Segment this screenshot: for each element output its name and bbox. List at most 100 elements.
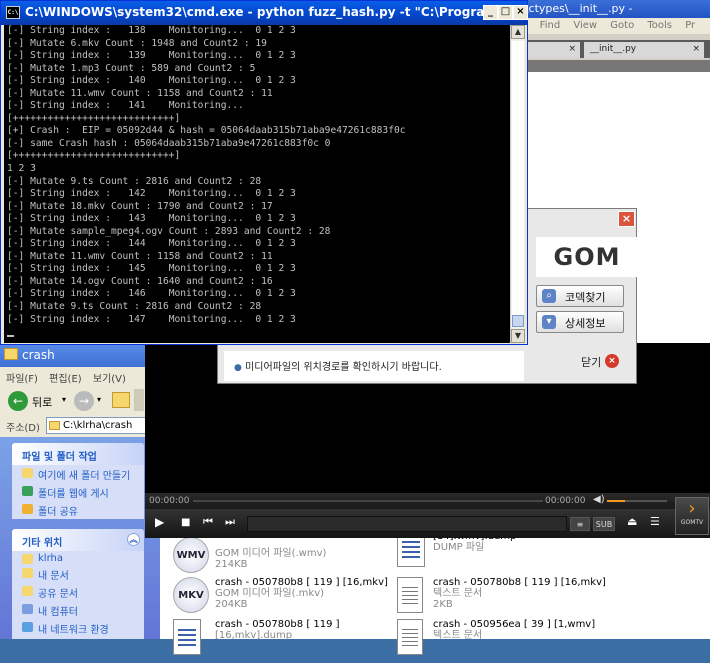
console-line: 1 2 3: [7, 163, 36, 175]
address-input[interactable]: C:\klrha\crash: [46, 417, 146, 434]
seek-bar[interactable]: [193, 500, 543, 502]
task-share-folder[interactable]: 폴더 공유: [12, 501, 144, 519]
tab-close-icon[interactable]: ×: [568, 44, 576, 54]
eject-button[interactable]: ⏏: [627, 515, 637, 528]
folder-up-icon[interactable]: [112, 392, 130, 408]
file-item[interactable]: crash - 050956ea [ 39 ] [1,wmv] 텍스트 문서: [397, 619, 627, 663]
console-line: [-] String index : 141 Monitoring...: [7, 100, 244, 112]
back-dropdown-icon[interactable]: ▾: [62, 395, 66, 404]
place-klrha[interactable]: klrha: [12, 551, 144, 565]
file-item[interactable]: crash - 050780b8 [ 119 ] [16,mkv] 텍스트 문서 2…: [397, 577, 627, 621]
menu-view[interactable]: 보기(V): [93, 374, 126, 385]
scroll-track[interactable]: [512, 41, 524, 321]
console-line: [-] String index : 138 Monitoring... 0 1…: [7, 25, 296, 36]
current-time: 00:00:00: [149, 496, 190, 506]
equalizer-icon[interactable]: ≡: [570, 517, 590, 531]
gomtv-logo[interactable]: › GOMTV: [675, 497, 709, 535]
back-button[interactable]: 뒤로: [32, 394, 52, 410]
message-text: 미디어파일의 위치경로를 확인하시기 바랍니다.: [245, 362, 442, 373]
folder-icon: [22, 554, 33, 564]
place-shared-documents[interactable]: 공유 문서: [12, 583, 144, 601]
next-button[interactable]: ⏭: [225, 515, 235, 529]
file-type: [16,mkv].dump: [215, 630, 293, 641]
file-size: 204KB: [215, 599, 248, 610]
console-line: [-] String index : 145 Monitoring... 0 1…: [7, 263, 296, 275]
menu-edit[interactable]: 편집(E): [49, 374, 82, 385]
details-button[interactable]: ▾ 상세정보: [536, 311, 624, 333]
wmv-file-icon: WMV: [173, 537, 209, 573]
console-line: [+] Crash : EIP = 05092d44 & hash = 0506…: [7, 125, 406, 137]
playlist-bar[interactable]: [247, 516, 567, 532]
close-circle-icon[interactable]: ×: [605, 354, 619, 368]
console-line: [-] String index : 140 Monitoring... 0 1…: [7, 75, 296, 87]
file-name: crash - 050780b8 [ 119 ]: [215, 619, 340, 630]
console-cursor: [7, 335, 14, 338]
cmd-title-bar[interactable]: C:\ C:\WINDOWS\system32\cmd.exe - python…: [1, 1, 527, 25]
explorer-title: crash: [0, 343, 150, 367]
console-output[interactable]: [-] String index : 138 Monitoring... 0 1…: [4, 25, 510, 343]
console-line: [-] String index : 139 Monitoring... 0 1…: [7, 50, 296, 62]
file-item[interactable]: WMV GOM 미디어 파일(.wmv) 214KB: [173, 537, 403, 581]
cmd-window: C:\ C:\WINDOWS\system32\cmd.exe - python…: [0, 0, 528, 345]
new-folder-icon: [22, 468, 33, 478]
close-button[interactable]: ×: [513, 5, 528, 20]
prev-button[interactable]: ⏮: [203, 515, 213, 529]
file-name: crash - 050956ea [ 39 ] [1,wmv]: [433, 619, 596, 630]
place-my-documents[interactable]: 내 문서: [12, 565, 144, 583]
folder-icon: [22, 586, 33, 596]
place-my-computer[interactable]: 내 컴퓨터: [12, 601, 144, 619]
explorer-title-text: crash: [22, 348, 55, 362]
file-tasks-header[interactable]: 파일 및 폴더 작업: [12, 443, 144, 465]
task-publish-web[interactable]: 폴더를 웹에 게시: [12, 483, 144, 501]
console-line: [-] Mutate 6.mkv Count : 1948 and Count2…: [7, 37, 267, 49]
gomtv-label: GOMTV: [680, 519, 704, 526]
dialog-close-button[interactable]: ×: [618, 211, 635, 227]
file-size: 214KB: [215, 559, 248, 570]
text-file-icon: [397, 619, 423, 655]
address-bar: 주소(D) C:\klrha\crash: [0, 415, 150, 437]
codec-search-button[interactable]: ⌕ 코덱찾기: [536, 285, 624, 307]
console-line: [-] Mutate 18.mkv Count : 1790 and Count…: [7, 200, 273, 212]
forward-dropdown-icon[interactable]: ▾: [97, 395, 101, 404]
file-item[interactable]: MKV crash - 050780b8 [ 119 ] [16,mkv] GOM…: [173, 577, 403, 621]
menu-item-find[interactable]: Find: [540, 20, 561, 31]
console-line: [-] String index : 144 Monitoring... 0 1…: [7, 238, 296, 250]
seek-row: 00:00:00 00:00:00 ◀): [145, 493, 710, 509]
scroll-up-icon[interactable]: ▲: [511, 25, 525, 39]
other-places-header[interactable]: 기타 위치 ︽: [12, 529, 144, 551]
volume-level: [607, 500, 625, 502]
dialog-message: ● 미디어파일의 위치경로를 확인하시기 바랍니다.: [224, 351, 524, 381]
stop-button[interactable]: ■: [181, 517, 190, 528]
tab-close-icon[interactable]: ×: [692, 44, 700, 54]
task-new-folder[interactable]: 여기에 새 폴더 만들기: [12, 465, 144, 483]
scrollbar[interactable]: ▲ ▼: [510, 25, 525, 343]
collapse-chevron-icon[interactable]: ︽: [127, 533, 140, 546]
close-label[interactable]: 닫기: [581, 354, 601, 370]
back-arrow-icon[interactable]: ←: [8, 391, 28, 411]
maximize-button[interactable]: □: [498, 5, 513, 20]
subtitle-button[interactable]: SUB: [593, 517, 615, 531]
menu-item-goto[interactable]: Goto: [610, 20, 634, 31]
globe-icon: [22, 486, 33, 496]
minimize-button[interactable]: _: [483, 5, 498, 20]
file-name: crash - 050780b8 [ 119 ] [16,mkv]: [215, 577, 388, 588]
console-line: [-] same Crash hash : 05064daab315b71aba…: [7, 137, 331, 149]
scroll-thumb[interactable]: [512, 315, 524, 327]
mkv-file-icon: MKV: [173, 577, 209, 613]
menu-button[interactable]: ☰: [650, 515, 660, 528]
file-type: DUMP 파일: [433, 542, 485, 553]
forward-arrow-icon[interactable]: →: [74, 391, 94, 411]
volume-slider[interactable]: [607, 500, 667, 502]
console-line: [-] String index : 143 Monitoring... 0 1…: [7, 213, 296, 225]
menu-item-view[interactable]: View: [573, 20, 597, 31]
place-network[interactable]: 내 네트워크 환경: [12, 619, 144, 637]
tab-init-py[interactable]: __init__.py ×: [584, 42, 704, 58]
scroll-down-icon[interactable]: ▼: [511, 329, 525, 343]
menu-item-pr[interactable]: Pr: [685, 20, 695, 31]
volume-icon[interactable]: ◀): [593, 494, 605, 505]
console-line: [++++++++++++++++++++++++++++]: [7, 112, 181, 124]
file-item[interactable]: crash - 050780b8 [ 119 ] [16,mkv].dump: [173, 619, 403, 663]
menu-item-tools[interactable]: Tools: [647, 20, 672, 31]
menu-file[interactable]: 파일(F): [6, 374, 38, 385]
play-button[interactable]: ▶: [155, 515, 164, 529]
